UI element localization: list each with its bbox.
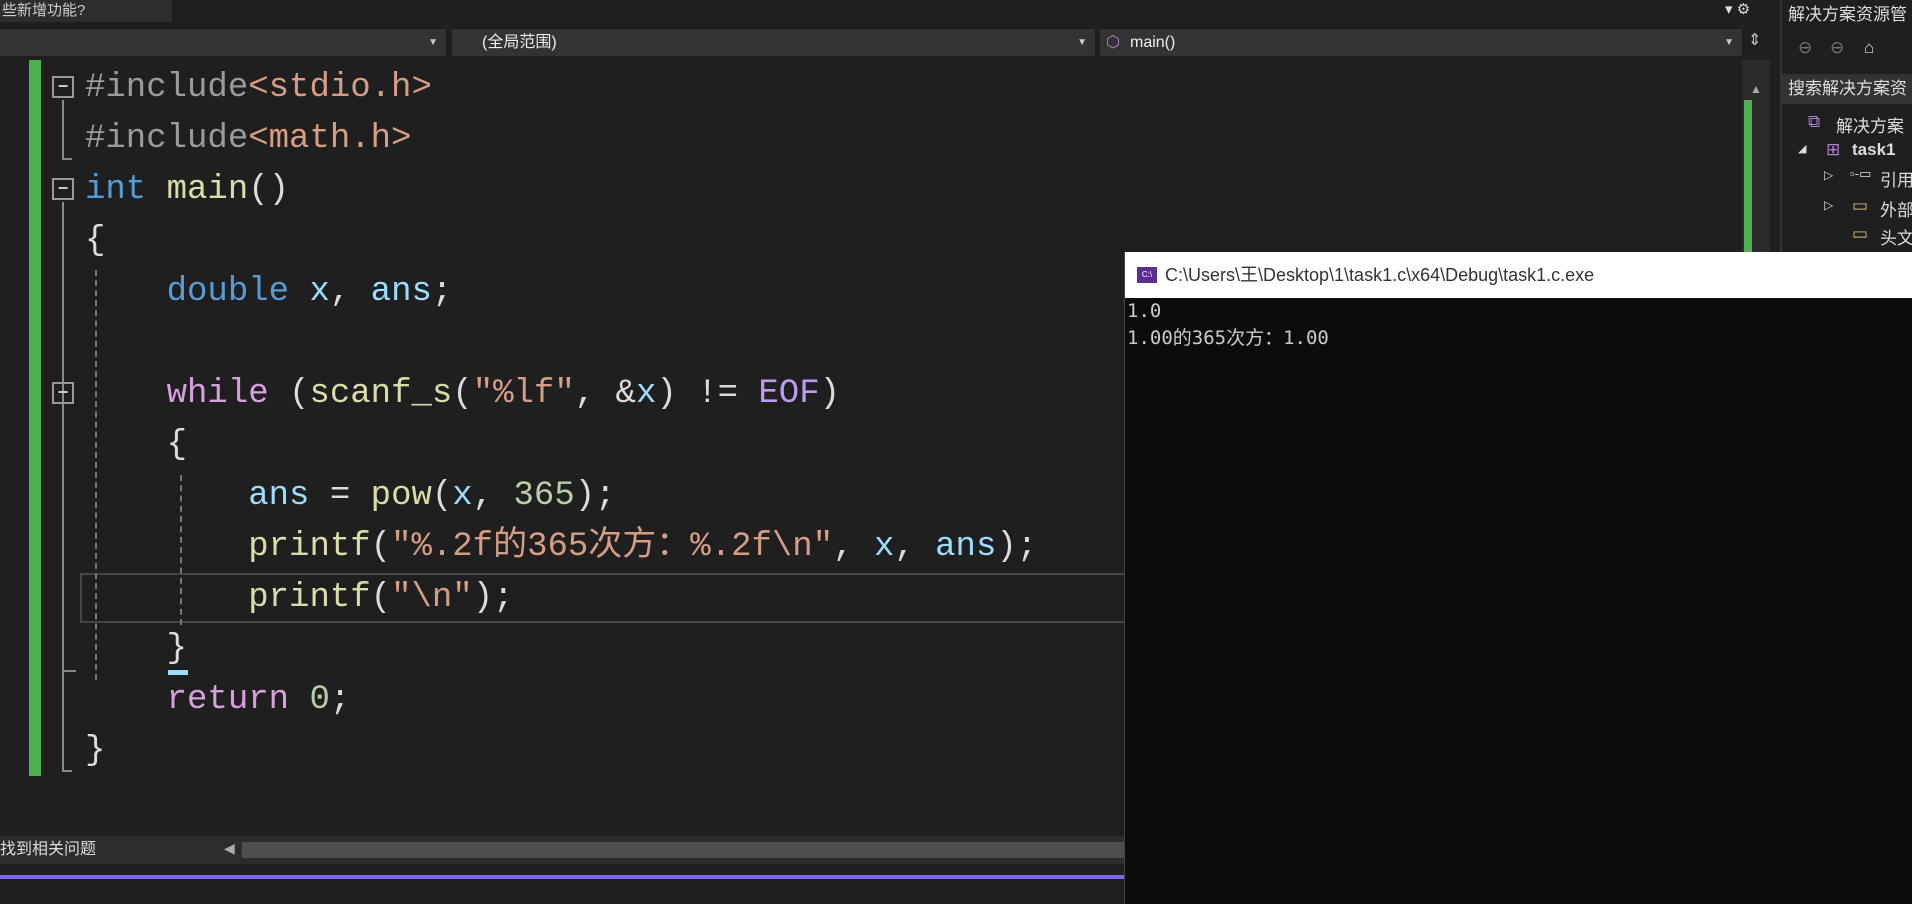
expanded-icon[interactable]: ◢ <box>1798 142 1806 155</box>
tree-item-references[interactable]: 引用 <box>1880 166 1912 191</box>
change-indicator <box>29 60 41 776</box>
scope-dropdown[interactable]: (全局范围) ▼ <box>452 29 1095 56</box>
console-title: C:\Users\王\Desktop\1\task1.c\x64\Debug\t… <box>1165 265 1595 285</box>
code-line-1: #include<stdio.h> <box>85 69 432 107</box>
code-line-3: int main() <box>85 171 290 209</box>
top-bar <box>0 0 1780 24</box>
code-line-5: double x, ans; <box>166 273 453 311</box>
fold-collapse-icon[interactable]: − <box>52 178 74 200</box>
chevron-down-icon: ▼ <box>1077 37 1087 48</box>
console-title-bar[interactable]: C:\ C:\Users\王\Desktop\1\task1.c\x64\Deb… <box>1125 252 1912 298</box>
fold-guide <box>62 100 72 160</box>
scroll-up-icon[interactable]: ▲ <box>1750 82 1762 96</box>
navigation-bar: ▼ (全局范围) ▼ ⬡ main() ▼ <box>0 27 1742 58</box>
code-line-10: printf("%.2f的365次方：%.2f\n", x, ans); <box>248 528 1038 566</box>
back-icon[interactable]: ⊖ <box>1798 38 1812 58</box>
member-label: main() <box>1130 34 1176 51</box>
references-icon: ▫-▭ <box>1850 166 1872 181</box>
scrollbar-change-marker <box>1744 100 1752 270</box>
tree-item-external[interactable]: 外部 <box>1880 196 1912 221</box>
console-window[interactable]: C:\ C:\Users\王\Desktop\1\task1.c\x64\Deb… <box>1124 252 1912 904</box>
tree-item-headers[interactable]: 头文 <box>1880 224 1912 249</box>
code-line-13: return 0; <box>166 681 351 719</box>
code-line-9: ans = pow(x, 365); <box>248 477 616 515</box>
chevron-down-icon: ▼ <box>1724 37 1734 48</box>
code-line-4: { <box>85 222 106 260</box>
code-line-11: printf("\n"); <box>248 579 514 617</box>
window-controls: ▾ ⚙ <box>1725 0 1750 18</box>
solution-icon: ⧉ <box>1808 112 1821 131</box>
folder-icon: ▭ <box>1852 196 1869 215</box>
forward-icon[interactable]: ⊖ <box>1830 38 1844 58</box>
home-icon[interactable]: ⌂ <box>1864 38 1874 58</box>
code-line-2: #include<math.h> <box>85 120 412 158</box>
search-input[interactable]: 搜索解决方案资 <box>1782 74 1912 104</box>
horizontal-scrollbar[interactable] <box>242 842 1124 858</box>
scroll-left-icon[interactable]: ◀ <box>224 840 235 857</box>
project-dropdown[interactable]: ▼ <box>0 29 446 56</box>
solution-explorer-title: 解决方案资源管 <box>1788 5 1907 24</box>
problems-status[interactable]: 找到相关问题 <box>0 838 96 862</box>
fold-guide <box>62 406 76 672</box>
filter-folder-icon: ▭ <box>1852 224 1869 243</box>
member-dropdown[interactable]: ⬡ main() ▼ <box>1100 29 1742 56</box>
console-icon: C:\ <box>1137 267 1157 283</box>
code-line-14: } <box>85 732 106 770</box>
fold-collapse-icon[interactable]: − <box>52 382 74 404</box>
chevron-down-icon: ▼ <box>428 37 438 48</box>
split-icon[interactable]: ⇕ <box>1748 30 1761 50</box>
scope-label: (全局范围) <box>482 34 557 51</box>
console-line: 1.00的365次方：1.00 <box>1127 327 1329 349</box>
cube-icon: ⬡ <box>1106 34 1120 51</box>
project-icon: ⊞ <box>1826 140 1841 159</box>
tree-item-solution[interactable]: 解决方案 <box>1836 112 1904 137</box>
code-line-8: { <box>85 426 188 464</box>
code-line-12: } <box>85 630 188 668</box>
fold-collapse-icon[interactable]: − <box>52 76 74 98</box>
dropdown-icon[interactable]: ▾ <box>1725 1 1733 18</box>
collapsed-icon[interactable]: ▷ <box>1824 198 1833 212</box>
tree-item-project[interactable]: task1 <box>1852 140 1895 160</box>
gear-icon[interactable]: ⚙ <box>1737 1 1750 18</box>
whats-new-tab[interactable]: 些新增功能? <box>0 0 172 22</box>
collapsed-icon[interactable]: ▷ <box>1824 168 1833 182</box>
code-line-7: while (scanf_s("%lf", &x) != EOF) <box>166 375 841 413</box>
panel-divider <box>0 875 1124 879</box>
console-line: 1.0 <box>1127 300 1162 322</box>
